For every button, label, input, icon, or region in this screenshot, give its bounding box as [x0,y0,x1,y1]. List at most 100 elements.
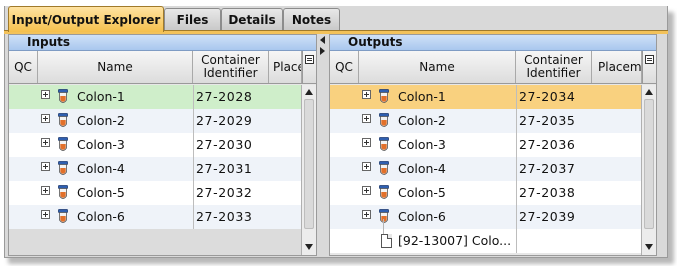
expand-icon[interactable] [41,90,50,99]
tab-bar: Input/Output Explorer Files Details Note… [4,0,668,32]
tab-notes[interactable]: Notes [283,8,340,30]
column-header-qc[interactable]: QC [330,51,359,83]
expand-icon[interactable] [41,162,50,171]
container-identifier: 27-2038 [519,185,576,200]
inputs-scrollbar[interactable] [301,85,316,255]
tube-icon [379,113,389,129]
sample-name: Colon-2 [398,113,446,128]
column-chooser-icon [305,55,314,64]
tube-icon [58,209,68,225]
tab-files[interactable]: Files [164,8,221,30]
tube-icon [58,137,68,153]
sample-name: Colon-6 [77,209,125,224]
sample-row[interactable]: Colon-6 27-2039 [330,205,642,229]
sample-row[interactable]: Colon-2 27-2029 [9,109,302,133]
outputs-title: Outputs [330,35,656,51]
outputs-table-header: QC Name Container Identifier Placem [330,51,656,84]
container-identifier: 27-2037 [519,161,576,176]
tube-icon [379,137,389,153]
sample-row[interactable]: Colon-1 27-2028 [9,85,302,109]
expand-icon[interactable] [362,210,371,219]
sample-row[interactable]: Colon-6 27-2033 [9,205,302,229]
column-header-placement[interactable]: Placem [269,51,302,83]
scroll-up-icon[interactable] [305,89,313,95]
column-header-placement[interactable]: Placem [592,51,642,83]
sample-row[interactable]: Colon-5 27-2038 [330,181,642,205]
file-icon [381,234,392,248]
tube-icon [379,161,389,177]
tube-icon [58,89,68,105]
column-header-qc[interactable]: QC [9,51,38,83]
sample-name: Colon-6 [398,209,446,224]
container-identifier: 27-2031 [196,161,253,176]
container-identifier: 27-2029 [196,113,253,128]
tab-label: Input/Output Explorer [11,12,161,27]
tube-icon [58,113,68,129]
column-divider [193,85,194,229]
column-chooser-icon [645,55,654,64]
tube-icon [379,89,389,105]
sample-row[interactable]: Colon-4 27-2037 [330,157,642,181]
column-header-name[interactable]: Name [38,51,193,83]
container-identifier: 27-2028 [196,89,253,104]
scroll-down-icon[interactable] [645,244,653,250]
sample-name: Colon-1 [398,89,446,104]
inputs-title: Inputs [9,35,316,51]
file-row[interactable]: [92-13007] Colo... [330,219,642,253]
sample-name: Colon-3 [398,137,446,152]
sample-name: Colon-4 [77,161,125,176]
scroll-up-icon[interactable] [645,89,653,95]
expand-icon[interactable] [41,114,50,123]
scroll-thumb[interactable] [644,99,654,229]
inputs-empty-area [9,229,302,255]
sample-row[interactable]: Colon-5 27-2032 [9,181,302,205]
sample-name: Colon-4 [398,161,446,176]
sample-row[interactable]: Colon-4 27-2031 [9,157,302,181]
expand-icon[interactable] [362,114,371,123]
collapse-right-icon[interactable] [320,47,325,55]
tube-icon [379,185,389,201]
expand-icon[interactable] [41,186,50,195]
tab-label: Notes [291,12,332,27]
file-name: [92-13007] Colo... [398,233,512,248]
column-chooser-button[interactable] [302,51,316,83]
scroll-down-icon[interactable] [305,244,313,250]
expand-icon[interactable] [362,186,371,195]
column-header-container-identifier[interactable]: Container Identifier [516,51,592,83]
tab-details[interactable]: Details [221,8,283,30]
sample-name: Colon-2 [77,113,125,128]
sample-row[interactable]: Colon-1 27-2034 [330,85,642,109]
column-header-name[interactable]: Name [359,51,516,83]
tube-icon [58,185,68,201]
container-identifier: 27-2036 [519,137,576,152]
expand-icon[interactable] [41,210,50,219]
container-identifier: 27-2033 [196,209,253,224]
pane-splitter[interactable] [317,34,329,256]
expand-icon[interactable] [362,162,371,171]
column-divider [516,85,517,253]
expand-icon[interactable] [41,138,50,147]
sample-name: Colon-1 [77,89,125,104]
sample-row[interactable]: Colon-3 27-2036 [330,133,642,157]
container-identifier: 27-2039 [519,209,576,224]
sample-name: Colon-5 [77,185,125,200]
sample-row[interactable]: Colon-3 27-2030 [9,133,302,157]
scroll-thumb[interactable] [304,99,314,229]
inputs-pane: Inputs QC Name Container Identifier Plac… [8,34,317,256]
collapse-left-icon[interactable] [320,36,325,44]
outputs-scrollbar[interactable] [641,85,656,255]
tube-icon [58,161,68,177]
tab-label: Files [176,12,209,27]
container-identifier: 27-2032 [196,185,253,200]
expand-icon[interactable] [362,138,371,147]
expand-icon[interactable] [362,90,371,99]
outputs-pane: Outputs QC Name Container Identifier Pla… [329,34,657,256]
column-header-container-identifier[interactable]: Container Identifier [193,51,269,83]
tab-input-output-explorer[interactable]: Input/Output Explorer [8,6,164,32]
container-identifier: 27-2035 [519,113,576,128]
container-identifier: 27-2034 [519,89,576,104]
tab-label: Details [228,12,276,27]
inputs-table-header: QC Name Container Identifier Placem [9,51,316,84]
column-chooser-button[interactable] [642,51,656,83]
sample-row[interactable]: Colon-2 27-2035 [330,109,642,133]
